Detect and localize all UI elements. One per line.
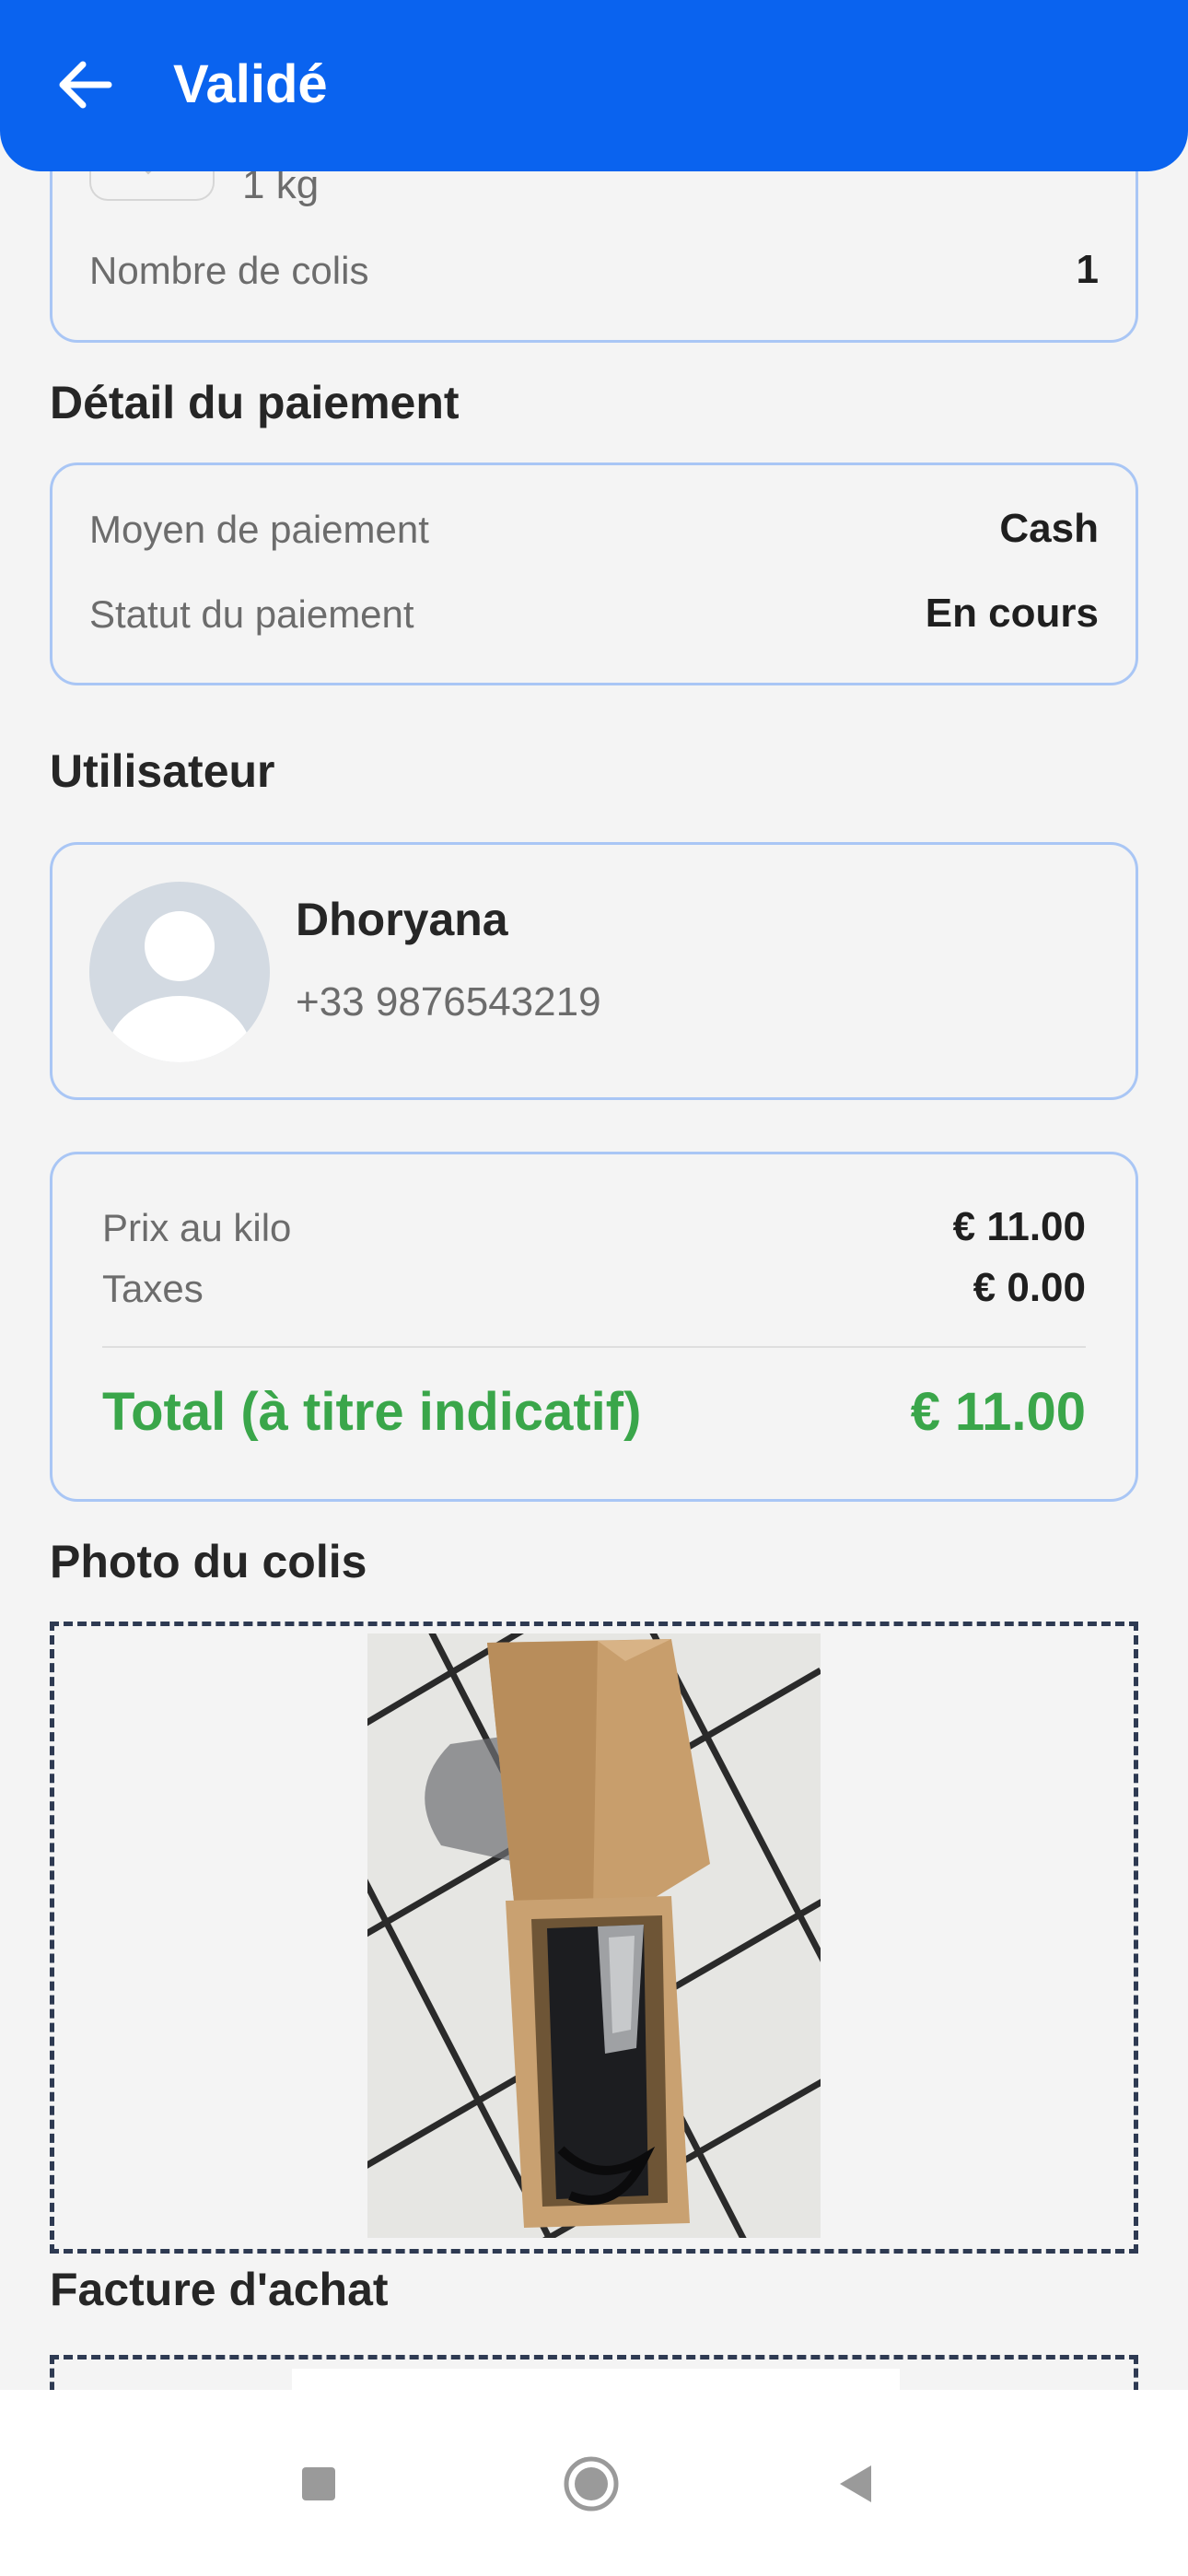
price-per-kilo-value: € 11.00 [952,1204,1086,1249]
user-card[interactable]: Dhoryana +33 9876543219 [50,842,1138,1100]
taxes-label: Taxes [102,1267,204,1310]
payment-status-label: Statut du paiement [89,592,414,636]
payment-card: Moyen de paiement Cash Statut du paiemen… [50,463,1138,685]
payment-method-label: Moyen de paiement [89,508,429,551]
package-count-value: 1 [1076,247,1099,292]
square-recents-icon[interactable] [282,2447,355,2521]
circle-home-icon[interactable] [554,2447,628,2521]
user-phone: +33 9876543219 [296,979,601,1025]
package-count-label: Nombre de colis [89,249,369,292]
app-bar: Validé [0,0,1188,171]
payment-method-value: Cash [999,506,1099,551]
user-section-title: Utilisateur [50,745,275,797]
avatar [89,882,270,1062]
invoice-section-title: Facture d'achat [50,2264,389,2315]
price-per-kilo-label: Prix au kilo [102,1206,292,1249]
back-arrow-icon[interactable] [52,52,118,118]
taxes-value: € 0.00 [973,1265,1086,1310]
payment-status-value: En cours [925,591,1099,636]
payment-section-title: Détail du paiement [50,377,460,428]
user-name: Dhoryana [296,894,508,945]
price-summary-card: Prix au kilo € 11.00 Taxes € 0.00 Total … [50,1152,1138,1502]
package-photo[interactable] [367,1633,821,2238]
page-title: Validé [173,54,328,114]
divider [102,1346,1086,1348]
user-placeholder-icon [108,911,251,1062]
system-nav-bar [0,2390,1188,2576]
total-value: € 11.00 [910,1382,1086,1442]
total-label: Total (à titre indicatif) [102,1382,642,1442]
photo-section-title: Photo du colis [50,1536,367,1587]
package-photo-container[interactable] [50,1622,1138,2254]
triangle-back-icon[interactable] [820,2447,893,2521]
